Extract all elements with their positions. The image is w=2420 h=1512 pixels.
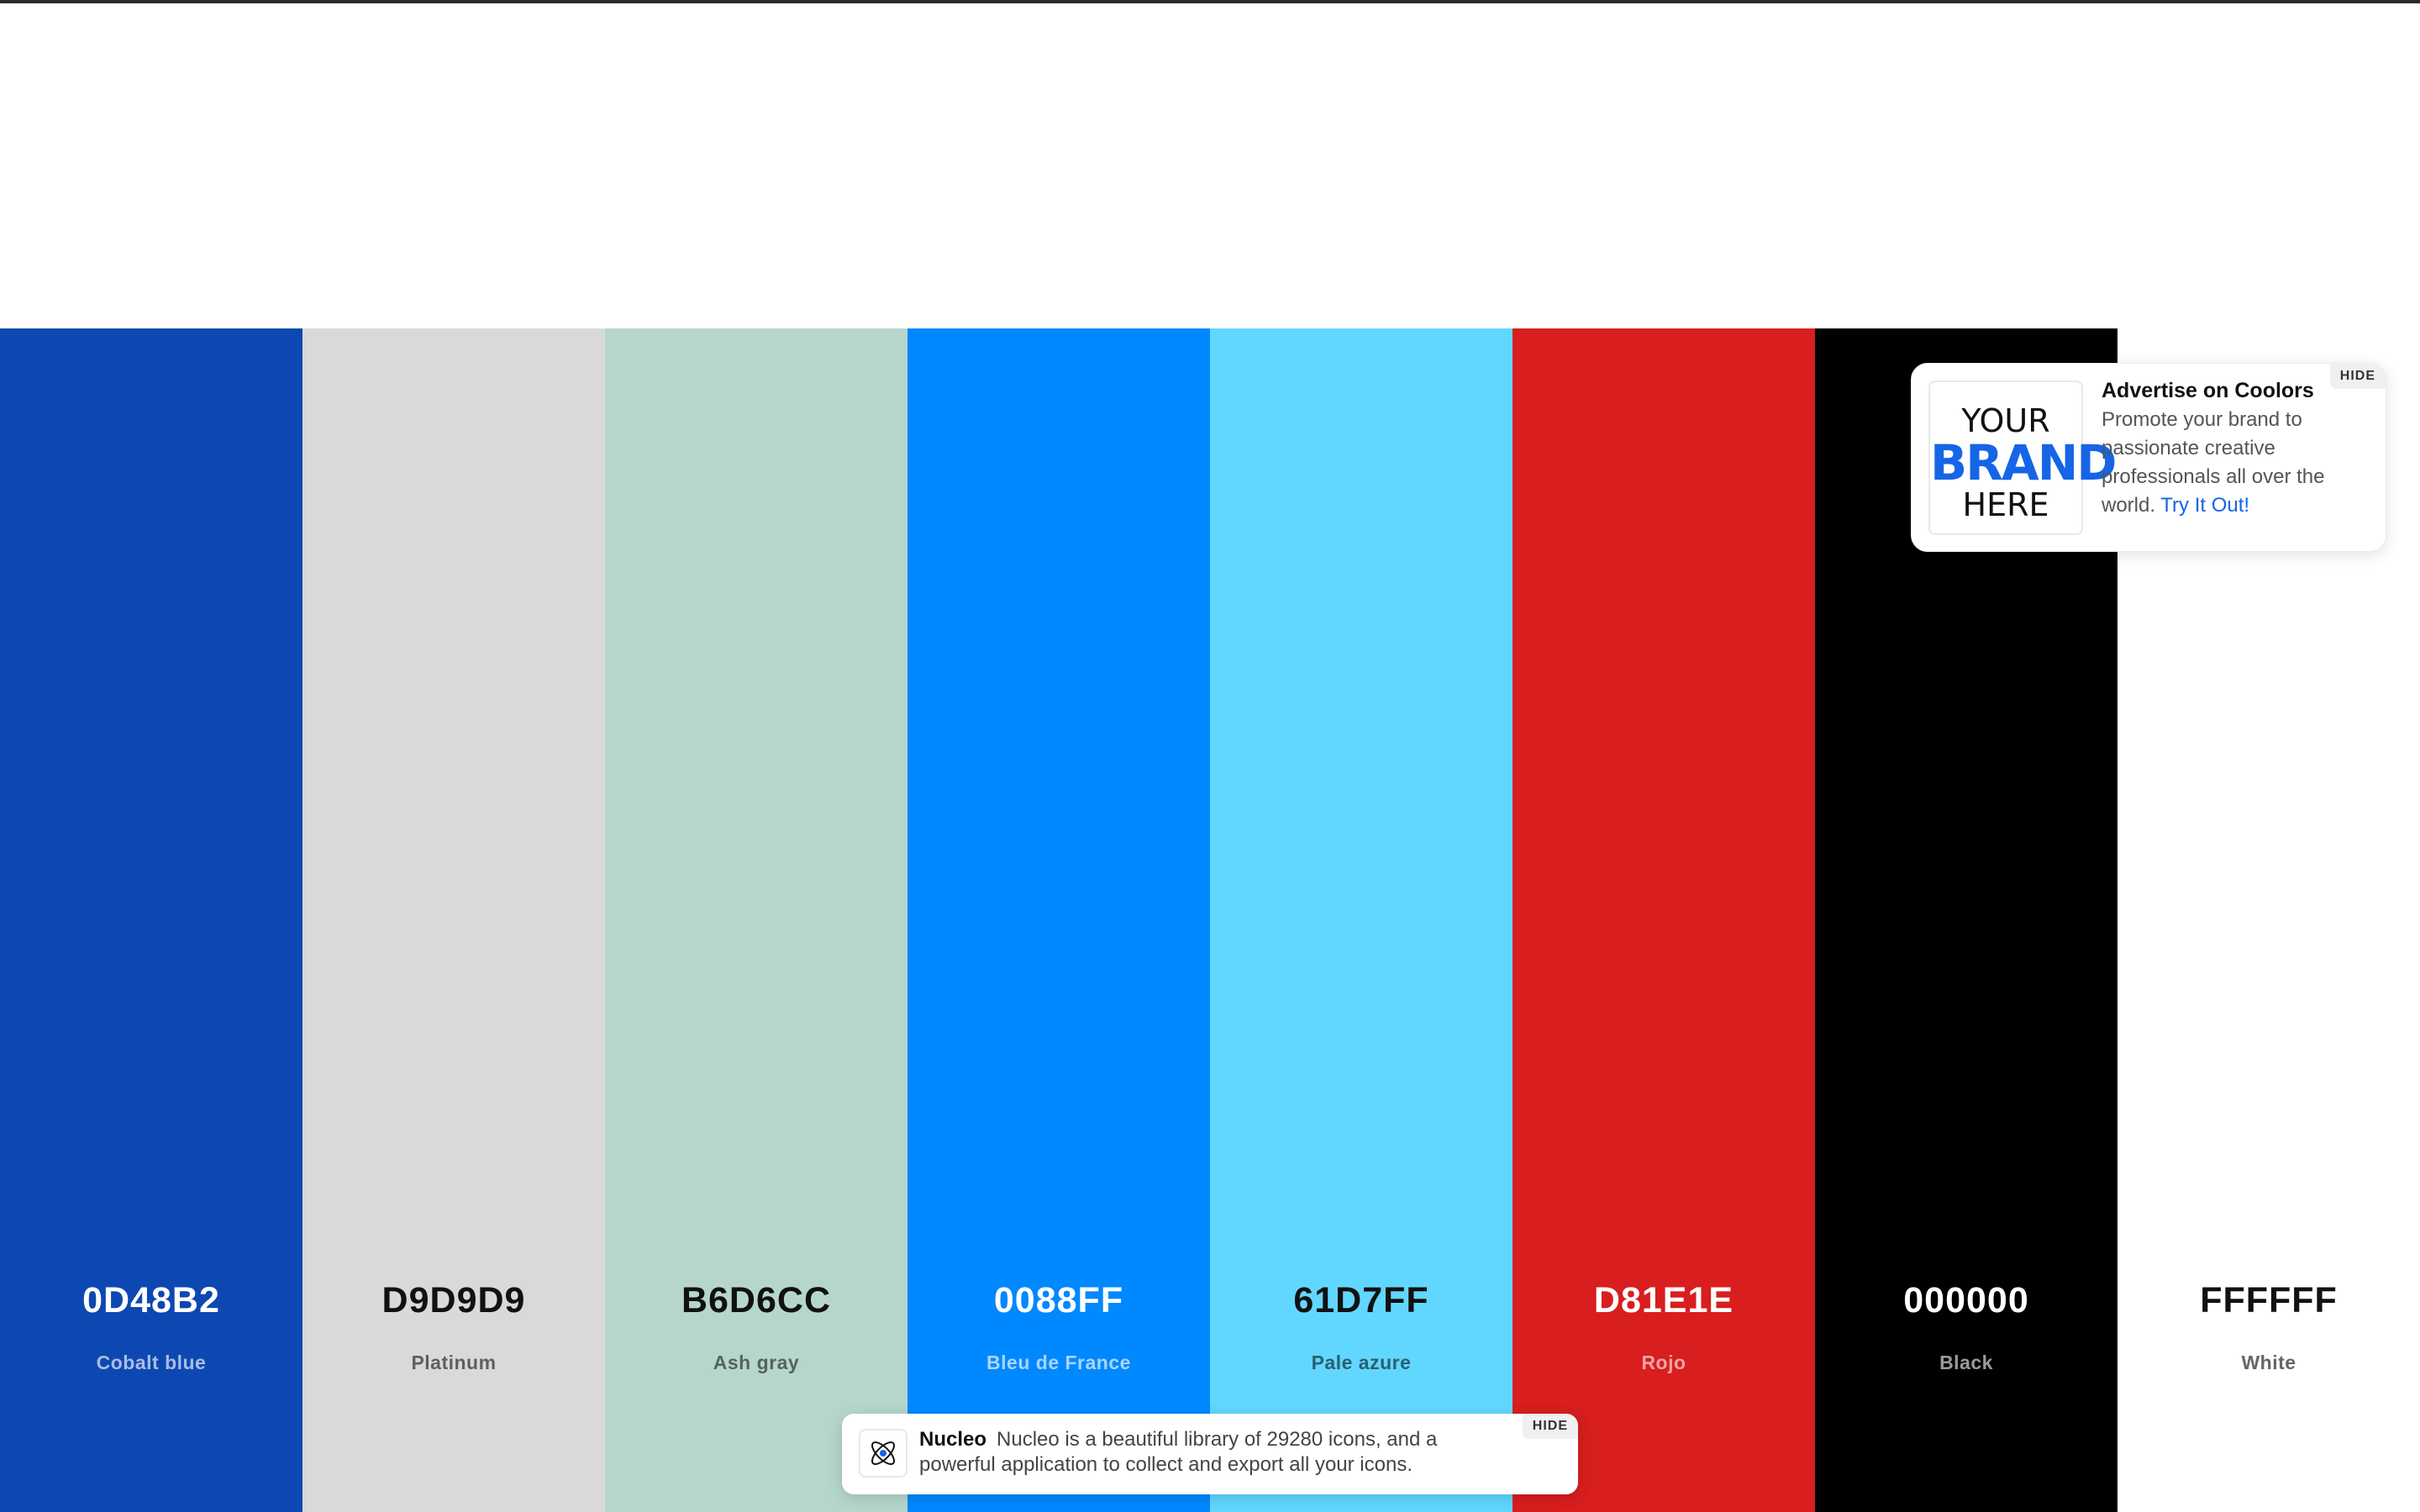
swatch-hex[interactable]: 000000 — [1815, 1280, 2118, 1321]
nucleo-atom-icon[interactable] — [859, 1429, 908, 1478]
ad-hide-button[interactable]: HIDE — [2329, 364, 2386, 389]
notice-brand[interactable]: Nucleo — [919, 1428, 986, 1451]
swatch-color-name[interactable]: White — [2118, 1352, 2420, 1374]
swatch-ash-gray[interactable]: B6D6CC Ash gray — [605, 328, 908, 1512]
swatch-color-name[interactable]: Ash gray — [605, 1352, 908, 1374]
logo-line-brand: BRAND — [1930, 434, 2117, 491]
swatch-cobalt-blue[interactable]: 0D48B2 Cobalt blue — [0, 328, 302, 1512]
ad-title[interactable]: Advertise on Coolors — [2102, 379, 2314, 403]
swatch-hex[interactable]: FFFFFF — [2118, 1280, 2420, 1321]
swatch-color-name[interactable]: Cobalt blue — [0, 1352, 302, 1374]
swatch-color-name[interactable]: Platinum — [302, 1352, 605, 1374]
swatch-hex[interactable]: D9D9D9 — [302, 1280, 605, 1321]
swatch-hex[interactable]: D81E1E — [1512, 1280, 1815, 1321]
logo-line-your: YOUR — [1961, 402, 2050, 439]
swatch-hex[interactable]: 0088FF — [908, 1280, 1210, 1321]
swatch-platinum[interactable]: D9D9D9 Platinum — [302, 328, 605, 1512]
swatch-color-name[interactable]: Rojo — [1512, 1352, 1815, 1374]
ad-body: Promote your brand to passionate creativ… — [2102, 406, 2354, 520]
swatch-bleu-de-france[interactable]: 0088FF Bleu de France — [908, 328, 1210, 1512]
sponsored-notice[interactable]: Nucleo Nucleo is a beautiful library of 2… — [842, 1414, 1578, 1494]
notice-description: Nucleo is a beautiful library of 29280 i… — [919, 1428, 1438, 1476]
logo-line-here: HERE — [1962, 486, 2049, 523]
header-area — [0, 3, 2420, 330]
notice-text: Nucleo Nucleo is a beautiful library of 2… — [919, 1427, 1507, 1478]
swatch-hex[interactable]: 0D48B2 — [0, 1280, 302, 1321]
swatch-rojo[interactable]: D81E1E Rojo — [1512, 328, 1815, 1512]
swatch-pale-azure[interactable]: 61D7FF Pale azure — [1210, 328, 1512, 1512]
swatch-color-name[interactable]: Pale azure — [1210, 1352, 1512, 1374]
brand-logo-placeholder[interactable]: YOUR BRAND HERE — [1928, 381, 2117, 535]
ad-try-it-link[interactable]: Try It Out! — [2160, 494, 2249, 517]
swatch-color-name[interactable]: Bleu de France — [908, 1352, 1210, 1374]
swatch-hex[interactable]: 61D7FF — [1210, 1280, 1512, 1321]
swatch-hex[interactable]: B6D6CC — [605, 1280, 908, 1321]
ad-card[interactable]: YOUR BRAND HERE Advertise on Coolors Pro… — [1911, 363, 2386, 552]
swatch-color-name[interactable]: Black — [1815, 1352, 2118, 1374]
notice-hide-button[interactable]: HIDE — [1522, 1414, 1578, 1439]
